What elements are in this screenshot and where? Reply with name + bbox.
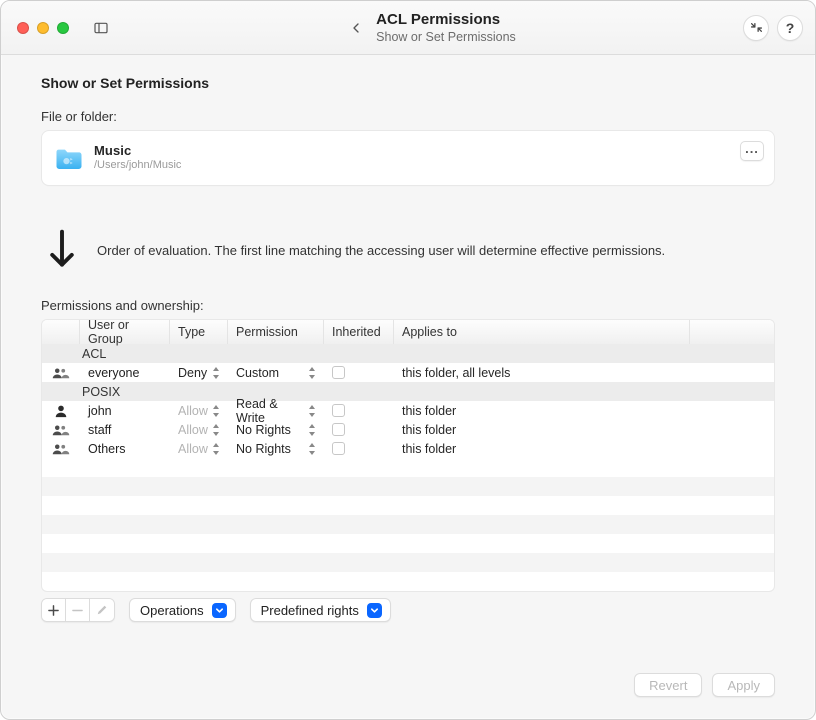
updown-icon [212,367,220,379]
minimize-window-button[interactable] [37,22,49,34]
principal: everyone [80,363,170,382]
blank-row [42,477,774,496]
choose-file-button[interactable]: ... [740,141,764,161]
inherited-checkbox[interactable] [332,423,345,436]
group-icon [52,366,70,380]
operations-menu[interactable]: Operations [129,598,236,622]
inherited-checkbox[interactable] [332,366,345,379]
window-title: ACL Permissions [376,11,516,29]
col-type[interactable]: Type [170,320,228,344]
updown-icon [308,405,316,417]
col-permission[interactable]: Permission [228,320,324,344]
remove-row-button[interactable] [66,599,90,621]
back-button[interactable] [342,14,370,42]
inherited-checkbox[interactable] [332,404,345,417]
file-well[interactable]: Music /Users/john/Music ... [41,130,775,186]
window: ACL Permissions Show or Set Permissions … [0,0,816,720]
file-name: Music [94,143,181,159]
file-field-label: File or folder: [41,109,775,124]
table-row[interactable]: Others Allow No Rights this folder [42,439,774,458]
zoom-window-button[interactable] [57,22,69,34]
pencil-icon [96,604,108,616]
updown-icon [308,443,316,455]
principal: john [80,401,170,420]
updown-icon [212,424,220,436]
window-controls [17,22,69,34]
col-applies[interactable]: Applies to [394,320,690,344]
user-icon [54,404,68,418]
page-title: Show or Set Permissions [41,75,775,91]
minus-icon [72,605,83,616]
footer-actions: Revert Apply [634,673,775,697]
plus-icon [48,605,59,616]
table-toolbar: Operations Predefined rights [41,598,775,622]
updown-icon [212,405,220,417]
predefined-rights-menu[interactable]: Predefined rights [250,598,391,622]
type-select[interactable]: Allow [178,442,220,456]
applies-to: this folder, all levels [394,363,690,382]
table-header: User or Group Type Permission Inherited … [42,320,774,344]
type-select[interactable]: Deny [178,366,220,380]
row-actions [41,598,115,622]
title-area: ACL Permissions Show or Set Permissions [125,11,733,45]
down-arrow-icon [47,228,77,272]
evaluation-order-text: Order of evaluation. The first line matc… [97,243,665,258]
revert-button[interactable]: Revert [634,673,702,697]
col-inherited[interactable]: Inherited [324,320,394,344]
apply-button[interactable]: Apply [712,673,775,697]
table-row[interactable]: everyone Deny Custom this folder, all le… [42,363,774,382]
blank-row [42,515,774,534]
file-path: /Users/john/Music [94,159,181,173]
blank-row [42,534,774,553]
blank-row [42,458,774,477]
collapse-button[interactable] [743,15,769,41]
chevron-down-icon [212,603,227,618]
section-acl: ACL [42,344,774,363]
table-row[interactable]: john Allow Read & Write this folder [42,401,774,420]
col-trailing [690,320,774,344]
toggle-sidebar-button[interactable] [87,16,115,40]
edit-row-button[interactable] [90,599,114,621]
applies-to: this folder [394,439,690,458]
permission-select[interactable]: No Rights [236,423,316,437]
chevron-down-icon [367,603,382,618]
permissions-label: Permissions and ownership: [41,298,775,313]
group-icon [52,423,70,437]
col-user[interactable]: User or Group [80,320,170,344]
updown-icon [308,367,316,379]
table-row[interactable]: staff Allow No Rights this folder [42,420,774,439]
applies-to: this folder [394,401,690,420]
blank-row [42,553,774,572]
blank-row [42,572,774,591]
updown-icon [212,443,220,455]
permission-select[interactable]: Custom [236,366,316,380]
help-button[interactable]: ? [777,15,803,41]
group-icon [52,442,70,456]
predefined-label: Predefined rights [261,603,359,618]
window-subtitle: Show or Set Permissions [376,30,516,45]
inherited-checkbox[interactable] [332,442,345,455]
close-window-button[interactable] [17,22,29,34]
operations-label: Operations [140,603,204,618]
evaluation-order-hint: Order of evaluation. The first line matc… [47,228,775,272]
section-posix: POSIX [42,382,774,401]
titlebar: ACL Permissions Show or Set Permissions … [1,1,815,55]
permissions-table: User or Group Type Permission Inherited … [41,319,775,592]
blank-row [42,496,774,515]
add-row-button[interactable] [42,599,66,621]
ellipsis-icon: ... [745,141,759,156]
table-body: ACL everyone Deny Custom this folder, al… [42,344,774,591]
type-select[interactable]: Allow [178,404,220,418]
principal: staff [80,420,170,439]
permission-select[interactable]: No Rights [236,442,316,456]
folder-icon [54,145,84,171]
principal: Others [80,439,170,458]
applies-to: this folder [394,420,690,439]
col-icon[interactable] [42,320,80,344]
content: Show or Set Permissions File or folder: … [1,55,815,720]
help-icon: ? [786,20,795,36]
type-select[interactable]: Allow [178,423,220,437]
updown-icon [308,424,316,436]
